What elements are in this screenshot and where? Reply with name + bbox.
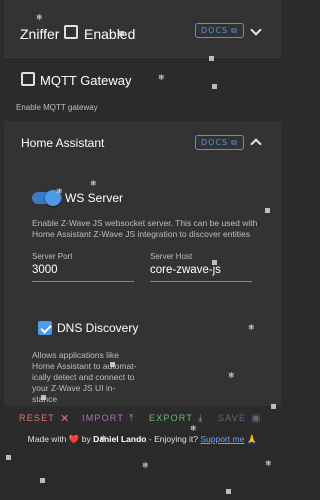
snowflake-icon xyxy=(271,404,276,409)
upload-icon: ⤒ xyxy=(129,412,135,424)
help-line: stance xyxy=(32,394,142,405)
docs-label: DOCS xyxy=(201,138,229,147)
snowflake-icon: ❄ xyxy=(100,434,107,443)
snowflake-icon xyxy=(265,208,270,213)
dns-discovery-help: Allows applications like Home Assistant … xyxy=(32,350,142,405)
reset-label: RESET xyxy=(19,413,56,423)
zniffer-docs-button[interactable]: DOCS ⧉ xyxy=(195,23,244,38)
ws-server-label: WS Server xyxy=(65,191,124,205)
snowflake-icon xyxy=(209,56,214,61)
server-host-underline xyxy=(150,281,252,282)
server-host-label: Server Host xyxy=(150,252,193,261)
save-button[interactable]: SAVE ▣ xyxy=(218,406,262,430)
made-with-text: Made with xyxy=(27,434,67,444)
home-assistant-panel: Home Assistant DOCS ⧉ WS Server Enable Z… xyxy=(4,121,281,406)
dns-discovery-checkbox[interactable] xyxy=(38,321,52,335)
help-line: your Z-Wave JS UI in- xyxy=(32,383,116,393)
zniffer-enabled-checkbox[interactable] xyxy=(64,25,78,39)
snowflake-icon xyxy=(212,260,217,265)
footer-credits: Made with ❤️ by Daniel Lando - Enjoying … xyxy=(0,434,285,445)
snowflake-icon xyxy=(6,455,11,460)
snowflake-icon: ❄ xyxy=(90,179,97,188)
mqtt-gateway-label: MQTT Gateway xyxy=(40,73,132,88)
docs-label: DOCS xyxy=(201,26,229,35)
help-line: Home Assistant to automat- xyxy=(32,361,137,371)
home-assistant-docs-button[interactable]: DOCS ⧉ xyxy=(195,135,244,150)
snowflake-icon: ❄ xyxy=(36,13,43,22)
chevron-down-icon[interactable] xyxy=(250,24,262,36)
close-icon: ✕ xyxy=(60,412,71,425)
settings-page: Zniffer Enabled DOCS ⧉ MQTT Gateway Enab… xyxy=(0,0,285,500)
download-icon: ⤓ xyxy=(198,412,204,424)
snowflake-icon xyxy=(119,31,124,36)
snowflake-icon: ❄ xyxy=(228,371,235,380)
snowflake-icon xyxy=(110,362,115,367)
snowflake-icon: ❄ xyxy=(158,73,165,82)
action-bar: RESET ✕ IMPORT ⤒ EXPORT ⤓ SAVE ▣ xyxy=(0,406,285,430)
snowflake-icon: ❄ xyxy=(190,424,197,433)
import-button[interactable]: IMPORT ⤒ xyxy=(82,406,135,430)
save-label: SAVE xyxy=(218,413,247,423)
snowflake-icon: ❄ xyxy=(248,323,255,332)
export-label: EXPORT xyxy=(149,413,194,423)
snowflake-icon: ❄ xyxy=(265,459,272,468)
help-line: Allows applications like xyxy=(32,350,119,360)
server-port-underline xyxy=(32,281,134,282)
snowflake-icon xyxy=(212,84,217,89)
zniffer-enabled-label: Enabled xyxy=(84,26,136,42)
snowflake-icon xyxy=(226,489,231,494)
import-label: IMPORT xyxy=(82,413,125,423)
pray-icon: 🙏 xyxy=(246,434,258,444)
mqtt-gateway-checkbox[interactable] xyxy=(21,72,35,86)
zniffer-label: Zniffer xyxy=(20,26,60,42)
chevron-up-icon[interactable] xyxy=(250,138,262,150)
reset-button[interactable]: RESET ✕ xyxy=(19,406,70,430)
server-port-label: Server Port xyxy=(32,252,73,261)
enjoying-text: - Enjoying it? xyxy=(148,434,199,444)
external-link-icon: ⧉ xyxy=(231,137,238,147)
mqtt-gateway-help: Enable MQTT gateway xyxy=(16,103,98,112)
snowflake-icon xyxy=(40,478,45,483)
server-port-value[interactable]: 3000 xyxy=(32,264,58,276)
support-me-link[interactable]: Support me xyxy=(200,434,244,444)
dns-discovery-label: DNS Discovery xyxy=(57,321,139,335)
zniffer-panel: Zniffer Enabled DOCS ⧉ xyxy=(4,0,281,58)
heart-icon: ❤️ xyxy=(68,434,80,444)
home-assistant-title[interactable]: Home Assistant xyxy=(21,136,104,150)
save-icon: ▣ xyxy=(251,412,262,424)
snowflake-icon xyxy=(41,395,46,400)
snowflake-icon: ❄ xyxy=(56,187,63,196)
checkbox-icon[interactable] xyxy=(21,72,35,86)
server-host-value[interactable]: core-zwave-js xyxy=(150,264,221,276)
checkbox-checked-icon[interactable] xyxy=(38,321,52,335)
checkbox-icon[interactable] xyxy=(64,25,78,39)
by-text: by xyxy=(81,434,91,444)
external-link-icon: ⧉ xyxy=(231,25,238,35)
ws-server-help: Enable Z-Wave JS websocket server. This … xyxy=(32,218,258,239)
help-line: ically detect and connect to xyxy=(32,372,135,382)
snowflake-icon: ❄ xyxy=(142,461,149,470)
